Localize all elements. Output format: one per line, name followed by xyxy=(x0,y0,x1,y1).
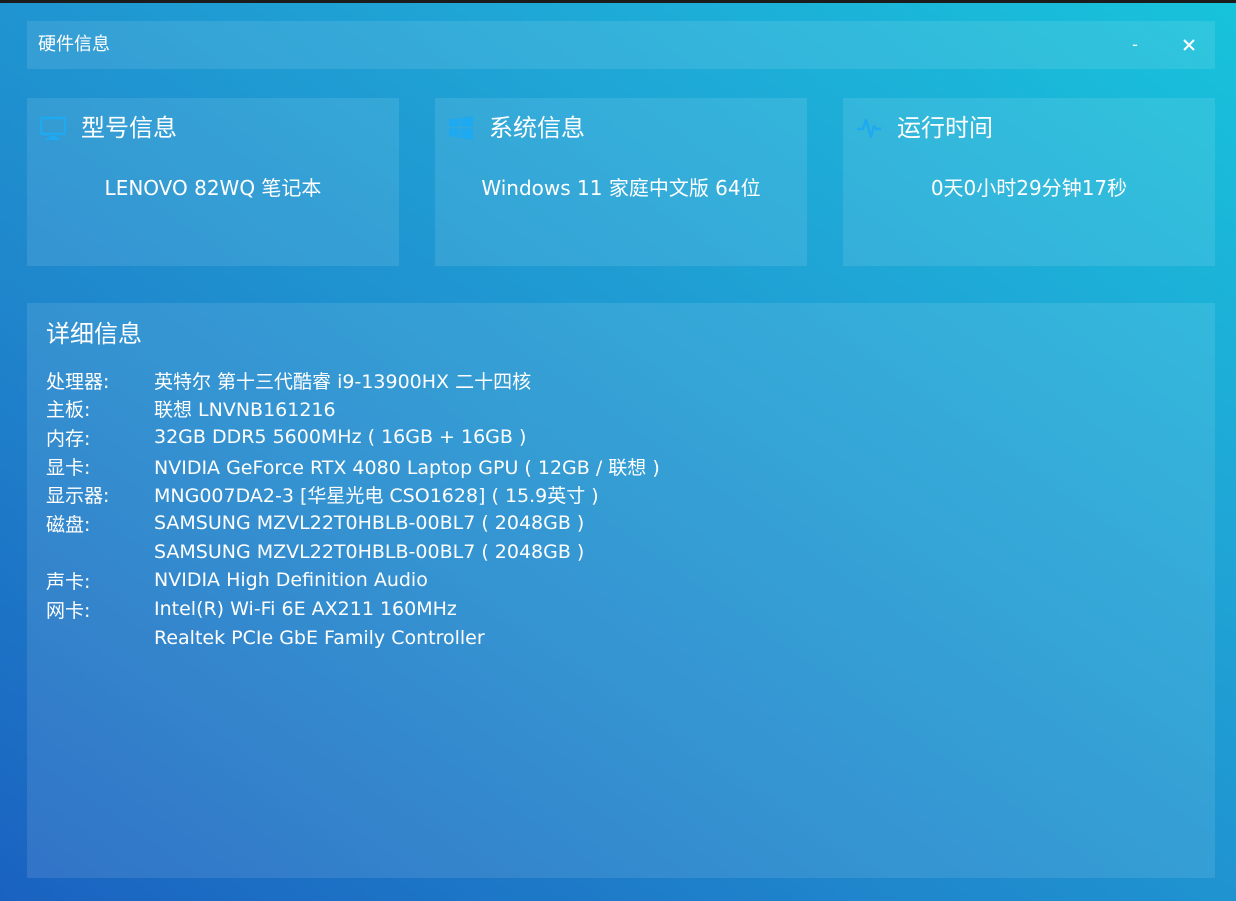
detail-label: 网卡: xyxy=(46,599,91,622)
title-bar[interactable]: 硬件信息 - xyxy=(27,21,1215,69)
detail-value: NVIDIA High Definition Audio xyxy=(154,569,428,592)
detail-row-cpu: 处理器: 英特尔 第十三代酷睿 i9-13900HX 二十四核 xyxy=(46,366,660,395)
detail-value: Intel(R) Wi-Fi 6E AX211 160MHz xyxy=(154,598,457,621)
detail-value: 英特尔 第十三代酷睿 i9-13900HX 二十四核 xyxy=(154,370,532,393)
model-info-title: 型号信息 xyxy=(81,114,177,142)
system-info-card: 系统信息 Windows 11 家庭中文版 64位 xyxy=(435,98,807,266)
detail-info-title: 详细信息 xyxy=(46,320,142,348)
detail-row-motherboard: 主板: 联想 LNVNB161216 xyxy=(46,395,660,424)
detail-row-network-2: Realtek PCIe GbE Family Controller xyxy=(46,623,660,652)
monitor-icon xyxy=(40,116,66,140)
detail-label: 声卡: xyxy=(46,570,91,593)
uptime-value: 0天0小时29分钟17秒 xyxy=(930,176,1128,200)
detail-label: 处理器: xyxy=(46,370,110,393)
detail-value: SAMSUNG MZVL22T0HBLB-00BL7 ( 2048GB ) xyxy=(154,512,585,535)
pulse-icon xyxy=(857,118,881,139)
detail-row-disk: 磁盘: SAMSUNG MZVL22T0HBLB-00BL7 ( 2048GB … xyxy=(46,509,660,538)
detail-label: 显示器: xyxy=(46,485,110,508)
detail-value: NVIDIA GeForce RTX 4080 Laptop GPU ( 12G… xyxy=(154,456,660,479)
detail-row-gpu: 显卡: NVIDIA GeForce RTX 4080 Laptop GPU (… xyxy=(46,452,660,481)
detail-label: 显卡: xyxy=(46,456,91,479)
hardware-info-window: 硬件信息 - 型号信息 LENOVO 82WQ 笔记本 系统信息 Windows… xyxy=(0,0,1236,901)
top-edge-strip xyxy=(0,0,1236,3)
detail-row-network: 网卡: Intel(R) Wi-Fi 6E AX211 160MHz xyxy=(46,595,660,624)
detail-value: 联想 LNVNB161216 xyxy=(154,399,336,422)
model-info-value: LENOVO 82WQ 笔记本 xyxy=(104,176,322,200)
detail-label: 磁盘: xyxy=(46,513,91,536)
window-title: 硬件信息 xyxy=(38,34,110,55)
detail-label: 内存: xyxy=(46,427,91,450)
close-button[interactable] xyxy=(1175,31,1203,59)
detail-value: MNG007DA2-3 [华星光电 CSO1628] ( 15.9英寸 ) xyxy=(154,485,599,508)
detail-label: 主板: xyxy=(46,399,91,422)
close-icon xyxy=(1183,39,1195,51)
system-info-value: Windows 11 家庭中文版 64位 xyxy=(481,176,761,200)
detail-info-list: 处理器: 英特尔 第十三代酷睿 i9-13900HX 二十四核 主板: 联想 L… xyxy=(46,366,660,652)
windows-logo-icon xyxy=(449,116,473,140)
detail-value: Realtek PCIe GbE Family Controller xyxy=(154,626,485,649)
minimize-button[interactable]: - xyxy=(1121,31,1149,59)
detail-row-audio: 声卡: NVIDIA High Definition Audio xyxy=(46,566,660,595)
detail-row-disk-2: SAMSUNG MZVL22T0HBLB-00BL7 ( 2048GB ) xyxy=(46,538,660,567)
uptime-title: 运行时间 xyxy=(897,114,993,142)
system-info-title: 系统信息 xyxy=(489,114,585,142)
uptime-card: 运行时间 0天0小时29分钟17秒 xyxy=(843,98,1215,266)
detail-info-panel: 详细信息 处理器: 英特尔 第十三代酷睿 i9-13900HX 二十四核 主板:… xyxy=(27,303,1215,878)
detail-row-memory: 内存: 32GB DDR5 5600MHz ( 16GB + 16GB ) xyxy=(46,423,660,452)
model-info-card: 型号信息 LENOVO 82WQ 笔记本 xyxy=(27,98,399,266)
detail-value: SAMSUNG MZVL22T0HBLB-00BL7 ( 2048GB ) xyxy=(154,540,585,563)
detail-row-display: 显示器: MNG007DA2-3 [华星光电 CSO1628] ( 15.9英寸… xyxy=(46,480,660,509)
detail-value: 32GB DDR5 5600MHz ( 16GB + 16GB ) xyxy=(154,426,527,449)
